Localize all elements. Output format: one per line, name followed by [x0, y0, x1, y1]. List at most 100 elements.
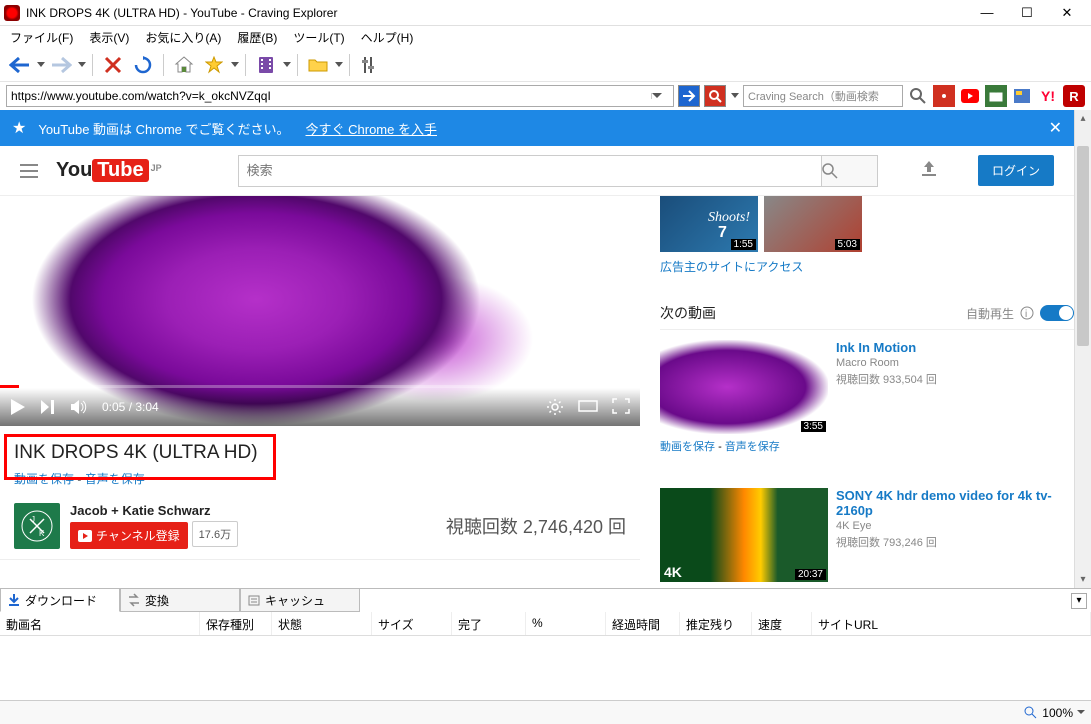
minimize-button[interactable]: —	[967, 2, 1007, 24]
search-input[interactable]: Craving Search（動画検索	[743, 85, 903, 107]
url-dropdown[interactable]	[651, 93, 669, 99]
chevron-down-icon[interactable]	[78, 62, 86, 68]
chevron-down-icon[interactable]	[1077, 710, 1085, 715]
related-thumb[interactable]: 3:55	[660, 340, 828, 434]
rakuten-button[interactable]: R	[1063, 85, 1085, 107]
up-next-header: 次の動画 自動再生 i	[660, 303, 1074, 330]
search-icon	[822, 163, 838, 179]
save-audio-link[interactable]: 音声を保存	[725, 441, 780, 453]
nico-button[interactable]	[985, 85, 1007, 107]
related-views: 視聴回数 933,504 回	[836, 371, 937, 387]
country-code: JP	[151, 163, 162, 173]
youtube-logo[interactable]: YouTube JP	[56, 159, 162, 182]
theater-icon[interactable]	[578, 398, 598, 414]
col-type[interactable]: 保存種別	[200, 612, 272, 635]
scrollbar-top[interactable]: ▴	[1074, 110, 1091, 146]
play-icon[interactable]	[10, 398, 26, 416]
rec-button[interactable]	[933, 85, 955, 107]
menu-view[interactable]: 表示(V)	[81, 27, 137, 48]
col-pct[interactable]: %	[526, 612, 606, 635]
yahoo-button[interactable]: Y!	[1037, 85, 1059, 107]
fullscreen-icon[interactable]	[612, 398, 630, 414]
col-done[interactable]: 完了	[452, 612, 526, 635]
dailymotion-button[interactable]	[1011, 85, 1033, 107]
yt-search-button[interactable]	[822, 155, 878, 187]
gear-icon[interactable]	[546, 398, 564, 416]
close-button[interactable]: ✕	[1047, 2, 1087, 24]
info-icon[interactable]: i	[1020, 306, 1034, 320]
col-status[interactable]: 状態	[272, 612, 372, 635]
menu-history[interactable]: 履歴(B)	[229, 27, 285, 48]
video-player[interactable]: 0:05 / 3:04	[0, 196, 640, 426]
ad-thumb-1[interactable]: Shoots! 7 1:55	[660, 196, 758, 252]
youtube-site-button[interactable]	[959, 85, 981, 107]
col-remain[interactable]: 推定残り	[680, 612, 752, 635]
x-icon	[104, 56, 122, 74]
url-input[interactable]	[11, 89, 651, 103]
related-title[interactable]: SONY 4K hdr demo video for 4k tv-2160p	[836, 488, 1074, 518]
back-button[interactable]	[6, 52, 34, 78]
banner-link[interactable]: 今すぐ Chrome を入手	[306, 119, 437, 138]
save-audio-link[interactable]: 音声を保存	[85, 472, 145, 486]
menu-file[interactable]: ファイル(F)	[2, 27, 81, 48]
related-thumb[interactable]: 4K 20:37	[660, 488, 828, 582]
vertical-scrollbar[interactable]: ▾	[1074, 146, 1091, 588]
chevron-down-icon[interactable]	[283, 62, 291, 68]
search-icon	[910, 88, 926, 104]
related-item[interactable]: 4K 20:37 SONY 4K hdr demo video for 4k t…	[660, 488, 1074, 582]
autoplay-toggle[interactable]	[1040, 305, 1074, 321]
chevron-down-icon[interactable]	[731, 93, 739, 99]
volume-icon[interactable]	[70, 399, 88, 415]
folder-button[interactable]	[304, 52, 332, 78]
yt-body: 0:05 / 3:04 INK DROPS 4K (ULTRA HD) 動画を保…	[0, 196, 1074, 588]
menu-favorites[interactable]: お気に入り(A)	[137, 27, 229, 48]
menu-help[interactable]: ヘルプ(H)	[353, 27, 422, 48]
settings-button[interactable]	[356, 52, 384, 78]
scroll-down-arrow[interactable]: ▾	[1075, 571, 1091, 588]
col-size[interactable]: サイズ	[372, 612, 452, 635]
related-title[interactable]: Ink In Motion	[836, 340, 937, 355]
tab-cache[interactable]: キャッシュ	[240, 589, 360, 612]
zoom-control[interactable]: 100%	[1024, 706, 1085, 720]
scroll-thumb[interactable]	[1077, 146, 1089, 346]
next-icon[interactable]	[40, 399, 56, 415]
reload-button[interactable]	[129, 52, 157, 78]
col-speed[interactable]: 速度	[752, 612, 812, 635]
go-button[interactable]	[678, 85, 700, 107]
video-button[interactable]	[252, 52, 280, 78]
favorites-button[interactable]	[200, 52, 228, 78]
ad-site-link[interactable]: 広告主のサイトにアクセス	[660, 258, 1074, 275]
site-search-button[interactable]	[907, 85, 929, 107]
ad-thumb-2[interactable]: 5:03	[764, 196, 862, 252]
chevron-down-icon[interactable]	[37, 62, 45, 68]
chevron-down-icon[interactable]	[335, 62, 343, 68]
channel-avatar[interactable]: JK	[14, 503, 60, 549]
channel-name[interactable]: Jacob + Katie Schwarz	[70, 503, 238, 518]
col-url[interactable]: サイトURL	[812, 612, 1091, 635]
col-name[interactable]: 動画名	[0, 612, 200, 635]
subscribe-button[interactable]: チャンネル登録	[70, 522, 188, 549]
banner-close[interactable]: ✕	[1049, 118, 1062, 138]
tab-convert[interactable]: 変換	[120, 589, 240, 612]
related-item[interactable]: 3:55 Ink In Motion Macro Room 視聴回数 933,5…	[660, 340, 1074, 434]
search-button[interactable]	[704, 85, 726, 107]
tab-download[interactable]: ダウンロード	[0, 589, 120, 612]
chevron-down-icon[interactable]	[231, 62, 239, 68]
scroll-up-arrow[interactable]: ▴	[1075, 110, 1091, 127]
panel-dropdown[interactable]: ▾	[1071, 593, 1087, 609]
save-video-link[interactable]: 動画を保存	[14, 472, 74, 486]
login-button[interactable]: ログイン	[978, 155, 1054, 186]
url-input-wrapper	[6, 85, 674, 107]
stop-button[interactable]	[99, 52, 127, 78]
maximize-button[interactable]: ☐	[1007, 2, 1047, 24]
view-count: 視聴回数 2,746,420 回	[446, 513, 626, 539]
home-button[interactable]	[170, 52, 198, 78]
yt-search-input[interactable]	[238, 155, 822, 187]
save-video-link[interactable]: 動画を保存	[660, 441, 715, 453]
upload-button[interactable]	[918, 159, 942, 183]
col-elapsed[interactable]: 経過時間	[606, 612, 680, 635]
menu-tools[interactable]: ツール(T)	[285, 27, 352, 48]
menu-icon	[20, 164, 38, 178]
forward-button[interactable]	[47, 52, 75, 78]
hamburger-button[interactable]	[20, 164, 40, 178]
